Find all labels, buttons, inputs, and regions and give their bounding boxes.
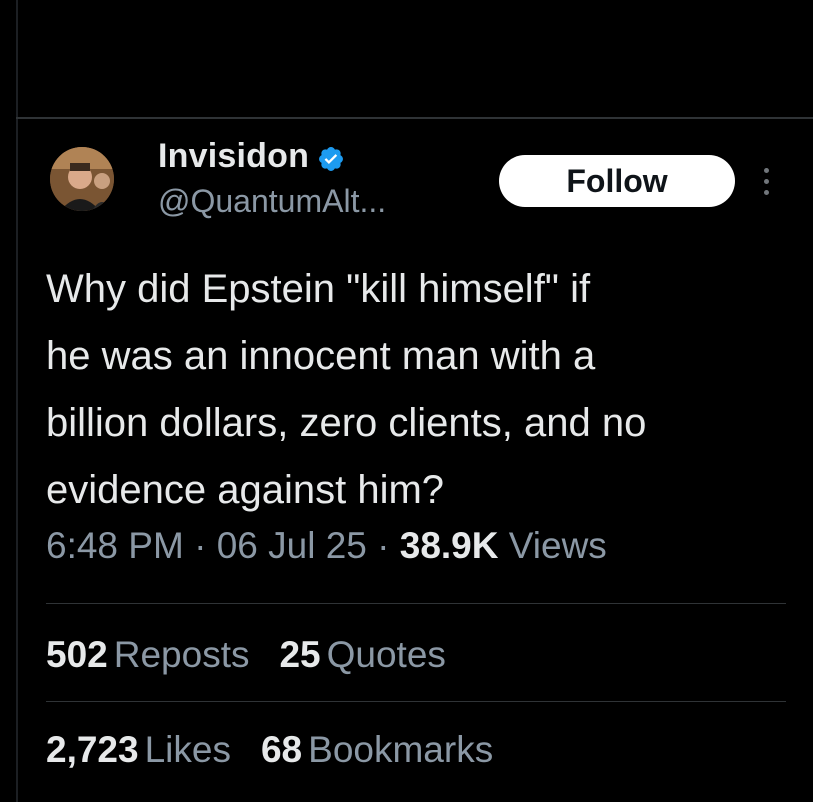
likes-label: Likes bbox=[144, 729, 231, 770]
quotes-stat[interactable]: 25 Quotes bbox=[279, 634, 445, 676]
verified-badge-icon bbox=[317, 143, 345, 171]
divider bbox=[46, 701, 786, 702]
reposts-label: Reposts bbox=[113, 634, 250, 675]
display-name-text: Invisidon bbox=[158, 137, 310, 175]
engagement-row-2: 2,723 Likes 68 Bookmarks bbox=[46, 729, 493, 771]
bookmarks-count: 68 bbox=[260, 729, 303, 770]
avatar[interactable] bbox=[50, 147, 114, 211]
tweet-meta: 6:48 PM · 06 Jul 25 · 38.9K Views bbox=[46, 525, 607, 567]
views-label: Views bbox=[508, 525, 607, 566]
avatar-photo-icon bbox=[50, 147, 114, 211]
user-handle[interactable]: @QuantumAlt... bbox=[158, 183, 386, 220]
more-options-icon[interactable] bbox=[756, 159, 776, 203]
divider bbox=[46, 603, 786, 604]
tweet-date[interactable]: 06 Jul 25 bbox=[217, 525, 367, 566]
tweet-time[interactable]: 6:48 PM bbox=[46, 525, 184, 566]
likes-count: 2,723 bbox=[46, 729, 139, 770]
quotes-count: 25 bbox=[279, 634, 321, 675]
reposts-stat[interactable]: 502 Reposts bbox=[46, 634, 249, 676]
quotes-label: Quotes bbox=[326, 634, 446, 675]
meta-separator: · bbox=[194, 525, 207, 566]
views-count: 38.9K bbox=[399, 525, 499, 566]
top-blank-area bbox=[0, 0, 813, 118]
bookmarks-label: Bookmarks bbox=[308, 729, 494, 770]
tweet-text: Why did Epstein "kill himself" if he was… bbox=[46, 267, 647, 512]
meta-separator: · bbox=[377, 525, 390, 566]
bookmarks-stat[interactable]: 68 Bookmarks bbox=[261, 729, 493, 771]
tweet-card: Invisidon @QuantumAlt... Follow Why did … bbox=[18, 119, 813, 802]
likes-stat[interactable]: 2,723 Likes bbox=[46, 729, 231, 771]
engagement-row-1: 502 Reposts 25 Quotes bbox=[46, 634, 446, 676]
follow-button[interactable]: Follow bbox=[499, 155, 735, 207]
display-name[interactable]: Invisidon bbox=[158, 137, 345, 176]
reposts-count: 502 bbox=[46, 634, 108, 675]
